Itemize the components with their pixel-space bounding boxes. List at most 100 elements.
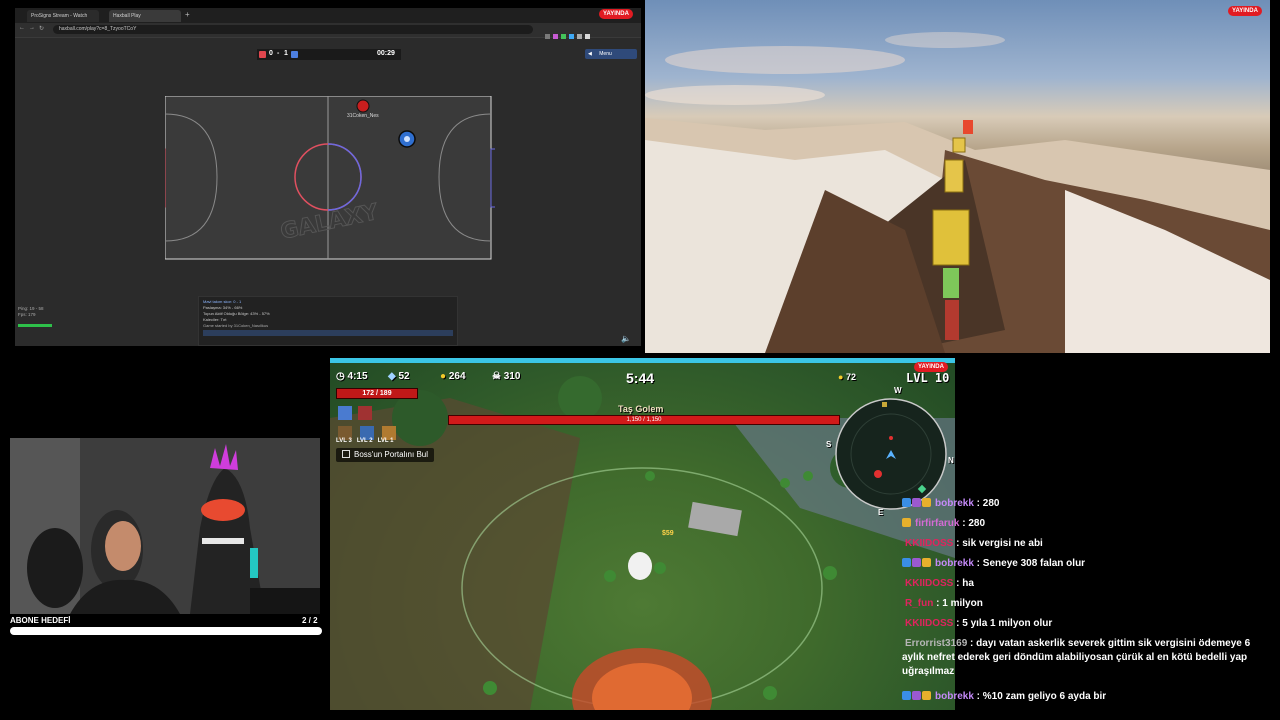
chat-message: bobrekk : 280	[902, 497, 1274, 511]
score-separator: -	[277, 50, 280, 57]
chat-username[interactable]: Errorrist3169	[905, 638, 967, 649]
browser-window: ProSigns Stream - Watch Live Haxball Pla…	[15, 8, 641, 346]
chat-username[interactable]: bobrekk	[935, 498, 974, 509]
skull-icon: ☠	[492, 371, 504, 382]
player-hp-text: 172 / 189	[362, 390, 392, 397]
chat-text: : Seneye 308 falan olur	[973, 558, 1086, 569]
extension-icons	[545, 26, 635, 39]
chat-badge-icon	[902, 558, 911, 567]
webcam-scene	[10, 438, 320, 614]
chat-text: : ha	[953, 578, 974, 589]
ping-readout: Ping: 19 - 58 Fps: 179	[18, 306, 52, 327]
chat-badge-icon	[902, 518, 911, 527]
quest-tracker: Boss'un Portalını Bul	[336, 448, 435, 462]
chat-message: KKIIDOSS : sik vergisi ne abi	[902, 537, 1274, 551]
gold-popup: $59	[662, 530, 674, 537]
red-team-icon	[259, 51, 266, 58]
chat-message: KKIIDOSS : ha	[902, 577, 1274, 591]
player-hp-bar: 172 / 189	[336, 388, 418, 399]
chat-message: R_fun : 1 milyon	[902, 597, 1274, 611]
chat-badge-icon	[912, 558, 921, 567]
action-game-view: YAYINDA ◷ 4:15 ◆ 52 ● 264 ☠ 310 5:44 ● 7…	[330, 358, 955, 710]
subscriber-goal-label: ABONE HEDEFİ	[10, 616, 71, 625]
live-badge: YAYINDA	[599, 9, 633, 19]
boss-hp-bar: 1,150 / 1,150	[448, 415, 840, 425]
chat-badge-icon	[922, 498, 931, 507]
chat-username[interactable]: firfirfaruk	[915, 518, 959, 529]
forward-icon[interactable]: →	[29, 25, 35, 31]
match-timer: 00:29	[377, 50, 395, 57]
url-field[interactable]: haxball.com/play?c=8_TzyooTCoY	[53, 25, 533, 34]
chat-text: : 280	[959, 518, 986, 529]
player-level: LVL 10	[906, 371, 950, 385]
sound-icon: ◀	[588, 51, 592, 57]
chat-badge-icon	[902, 691, 911, 700]
chat-message: bobrekk : %10 zam geliyo 6 ayda bir	[902, 690, 1274, 704]
score-right: 1	[284, 50, 288, 57]
gem-icon: ◆	[388, 371, 399, 382]
chat-badge-icon	[922, 691, 931, 700]
webcam-view	[10, 438, 320, 614]
skill-level: LVL 2	[356, 438, 373, 444]
gem-count: 52	[398, 371, 410, 382]
gold-count: 264	[448, 371, 466, 382]
quest-checkbox-icon	[342, 450, 350, 458]
compass-s: S	[826, 440, 832, 449]
coin-count: 72	[845, 372, 856, 382]
compass-n: N	[948, 456, 954, 465]
chat-line: Game started by 31Coken_Nasıllkus	[203, 323, 269, 328]
menu-button[interactable]: ◀ Menu	[585, 49, 637, 59]
skill-level-labels: LVL 3 LVL 2 LVL 1	[336, 438, 393, 444]
chat-message: firfirfaruk : 280	[902, 517, 1274, 531]
blue-team-icon	[291, 51, 298, 58]
chat-username[interactable]: KKIIDOSS	[905, 618, 953, 629]
skill-icon	[338, 406, 352, 420]
chat-text: : sik vergisi ne abi	[953, 538, 1043, 549]
game-chat-box[interactable]: Mavi takım skor: 0 - 1 Paslaşma: 34% - 6…	[198, 296, 458, 346]
voxel-terrain	[645, 32, 1270, 353]
gem-counter: ◆ 52	[388, 371, 410, 382]
run-timer-value: 4:15	[347, 371, 368, 382]
chat-username[interactable]: KKIIDOSS	[905, 578, 953, 589]
skill-level: LVL 3	[336, 438, 352, 444]
scoreboard: 0 - 1 00:29	[257, 49, 401, 60]
score-left: 0	[269, 50, 273, 57]
new-tab-icon[interactable]: +	[185, 10, 190, 19]
net-graph	[18, 324, 52, 327]
back-icon[interactable]: ←	[19, 25, 25, 31]
gold-counter: ● 264	[440, 371, 466, 382]
reload-icon[interactable]: ↻	[39, 25, 44, 32]
run-timer: ◷ 4:15	[336, 371, 368, 382]
ball	[404, 136, 410, 142]
haxball-field: GALAXY	[165, 96, 495, 260]
chat-username[interactable]: bobrekk	[935, 558, 974, 569]
chat-text: : %10 zam geliyo 6 ayda bir	[973, 691, 1107, 702]
chat-message: KKIIDOSS : 5 yıla 1 milyon olur	[902, 617, 1274, 631]
fps-text: Fps: 179	[18, 312, 36, 317]
chat-username[interactable]: KKIIDOSS	[905, 538, 953, 549]
voxel-game-view: YAYINDA	[645, 0, 1270, 353]
chat-text: : 1 milyon	[933, 598, 983, 609]
mute-icon[interactable]: 🔈	[621, 334, 631, 343]
chat-badge-icon	[912, 498, 921, 507]
player-character	[628, 552, 652, 580]
chat-badge-icon	[922, 558, 931, 567]
kill-count: 310	[503, 371, 521, 382]
tab-label: Haxball Play	[113, 13, 141, 19]
chat-text: : 5 yıla 1 milyon olur	[953, 618, 1053, 629]
coin-icon: ●	[440, 371, 449, 382]
chat-input[interactable]	[203, 330, 453, 336]
subscriber-goal-count: 2 / 2	[302, 616, 318, 625]
red-player	[356, 99, 370, 113]
player-name: 31Coken_Nes	[347, 113, 379, 119]
browser-tab[interactable]: ProSigns Stream - Watch Live	[27, 10, 99, 31]
chat-badge-icon	[912, 691, 921, 700]
chat-username[interactable]: bobrekk	[935, 691, 974, 702]
compass-e: E	[878, 508, 884, 517]
browser-tab-active[interactable]: Haxball Play	[109, 10, 181, 22]
subscriber-goal-bar	[10, 627, 322, 635]
streamer-face	[105, 521, 141, 571]
chat-message: bobrekk : Seneye 308 falan olur	[902, 557, 1274, 571]
chat-username[interactable]: R_fun	[905, 598, 933, 609]
chat-message: Errorrist3169 : dayı vatan askerlik seve…	[902, 637, 1274, 679]
